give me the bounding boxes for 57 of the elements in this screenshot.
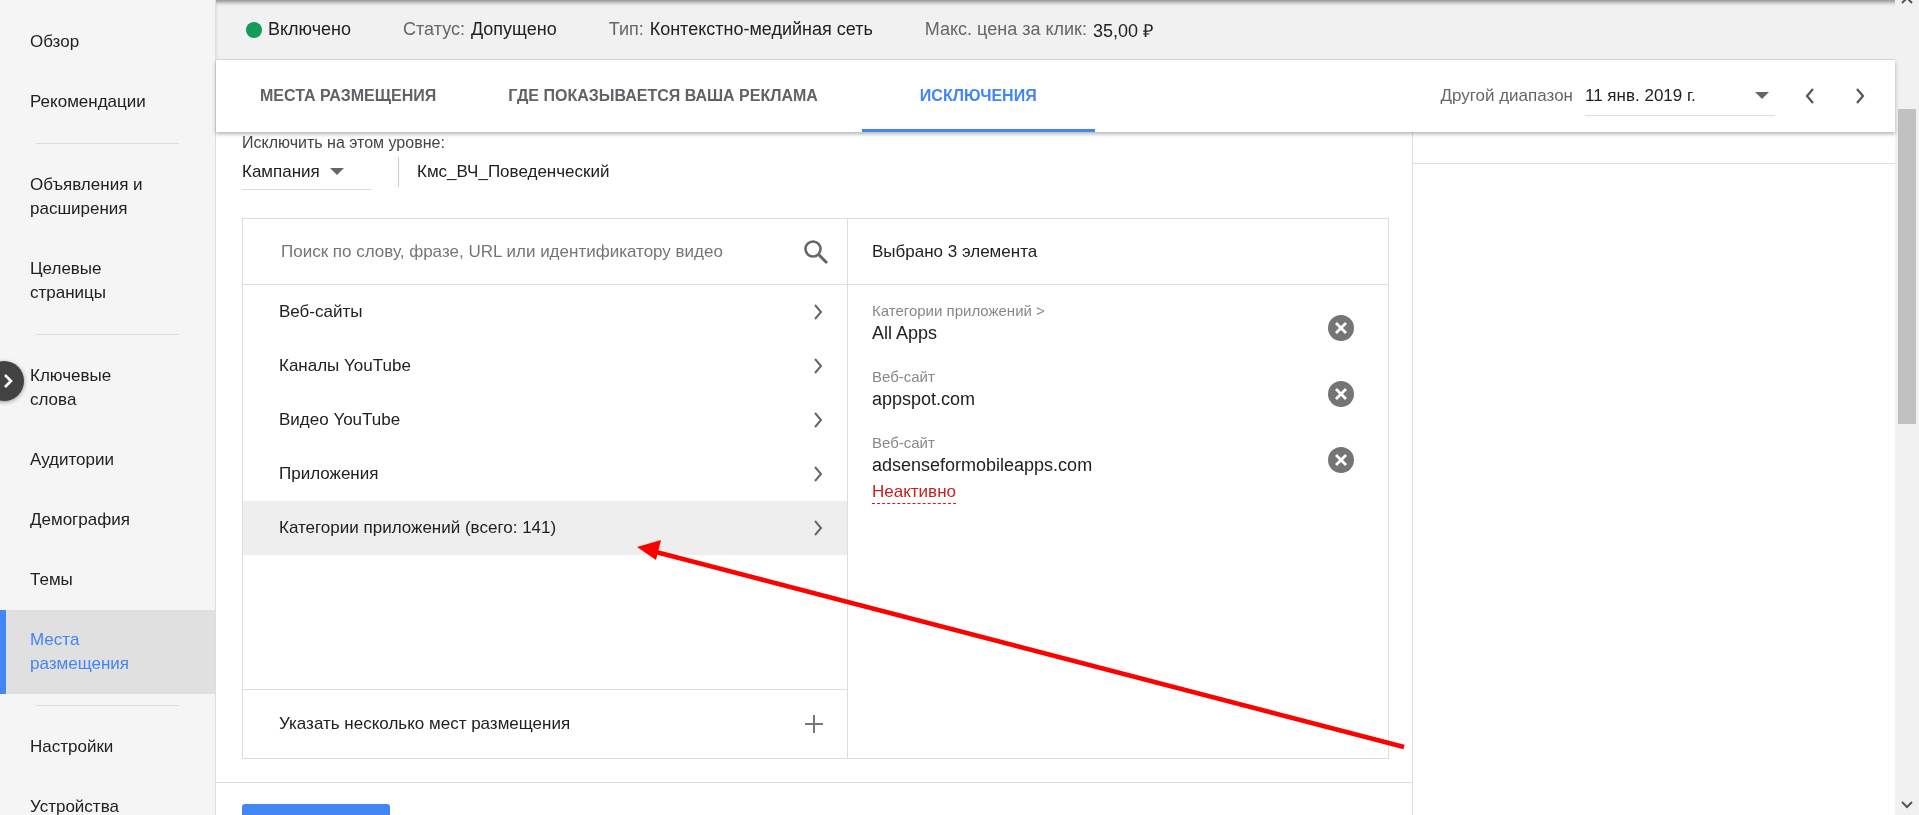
chevron-right-icon [813,412,823,428]
campaign-name: Кмс_ВЧ_Поведенческий [398,157,610,187]
caret-icon [1755,91,1769,100]
sidebar-item[interactable]: Демография [24,490,215,550]
chevron-right-icon [813,304,823,320]
status-text: Включено [268,19,352,40]
item-value: appspot.com [872,388,976,411]
scroll-down-icon[interactable] [1901,801,1913,809]
item-type: Веб-сайт [872,367,936,387]
tab[interactable]: ГДЕ ПОКАЗЫВАЕТСЯ ВАША РЕКЛАМА [472,60,854,132]
level-dropdown[interactable]: Кампания [242,154,372,190]
sidebar-item[interactable]: Обзор [24,12,215,72]
sidebar-item[interactable]: Темы [24,550,215,610]
field-value: 35,00 ₽ [1092,19,1153,42]
date-range-label: Другой диапазон [1440,86,1573,106]
item-type: Веб-сайт [872,433,936,453]
sidebar-item[interactable]: Аудитории [24,430,215,490]
caret-icon [329,167,344,176]
category-item[interactable]: Каналы YouTube [243,339,847,393]
tab[interactable]: МЕСТА РАЗМЕЩЕНИЯ [224,60,473,132]
sidebar-item[interactable]: Настройки [24,717,215,777]
chevron-right-icon [813,358,823,374]
remove-icon[interactable] [1328,381,1354,407]
category-item[interactable]: Приложения [243,447,847,501]
sidebar-item[interactable]: Объявления и расширения [24,155,215,239]
chevron-left-icon [1805,88,1815,104]
field-label: Статус: [403,19,465,40]
remove-icon[interactable] [1328,315,1354,341]
category-item[interactable]: Веб-сайты [243,285,847,339]
chevron-right-icon [813,466,823,482]
search-icon[interactable] [803,238,829,265]
category-item[interactable]: Видео YouTube [243,393,847,447]
item-value: adsenseformobileapps.com [872,454,1093,477]
chevron-right-icon [1,373,15,389]
category-item[interactable]: Категории приложений (всего: 141) [243,501,847,555]
item-value: All Apps [872,322,939,345]
field-label: Тип: [608,19,644,40]
sidebar-item[interactable]: Целевые страницы [24,239,215,323]
plus-icon [805,715,823,733]
selected-count: Выбрано 3 элемента [848,219,1388,285]
remove-icon[interactable] [1328,447,1354,473]
date-dropdown[interactable]: 11 янв. 2019 г. [1585,76,1775,116]
status-label: Неактивно [872,481,956,504]
sidebar-item[interactable]: Ключевые слова [24,346,215,430]
chevron-right-icon [1855,88,1865,104]
sidebar-item[interactable]: Рекомендации [24,72,215,132]
add-multiple-button[interactable]: Указать несколько мест размещения [243,689,847,758]
chevron-right-icon [813,520,823,536]
scrollbar[interactable] [1895,0,1919,815]
field-value: Допущено [470,19,557,40]
scroll-thumb[interactable] [1898,109,1916,424]
field-label: Макс. цена за клик: [924,19,1087,40]
sidebar-item[interactable]: Устройства [24,777,215,815]
tab[interactable]: ИСКЛЮЧЕНИЯ [861,60,1095,132]
item-type: Категории приложений > [872,301,1045,321]
level-label: Исключить на этом уровне: [242,134,446,152]
field-value: Контекстно-медийная сеть [649,19,873,40]
